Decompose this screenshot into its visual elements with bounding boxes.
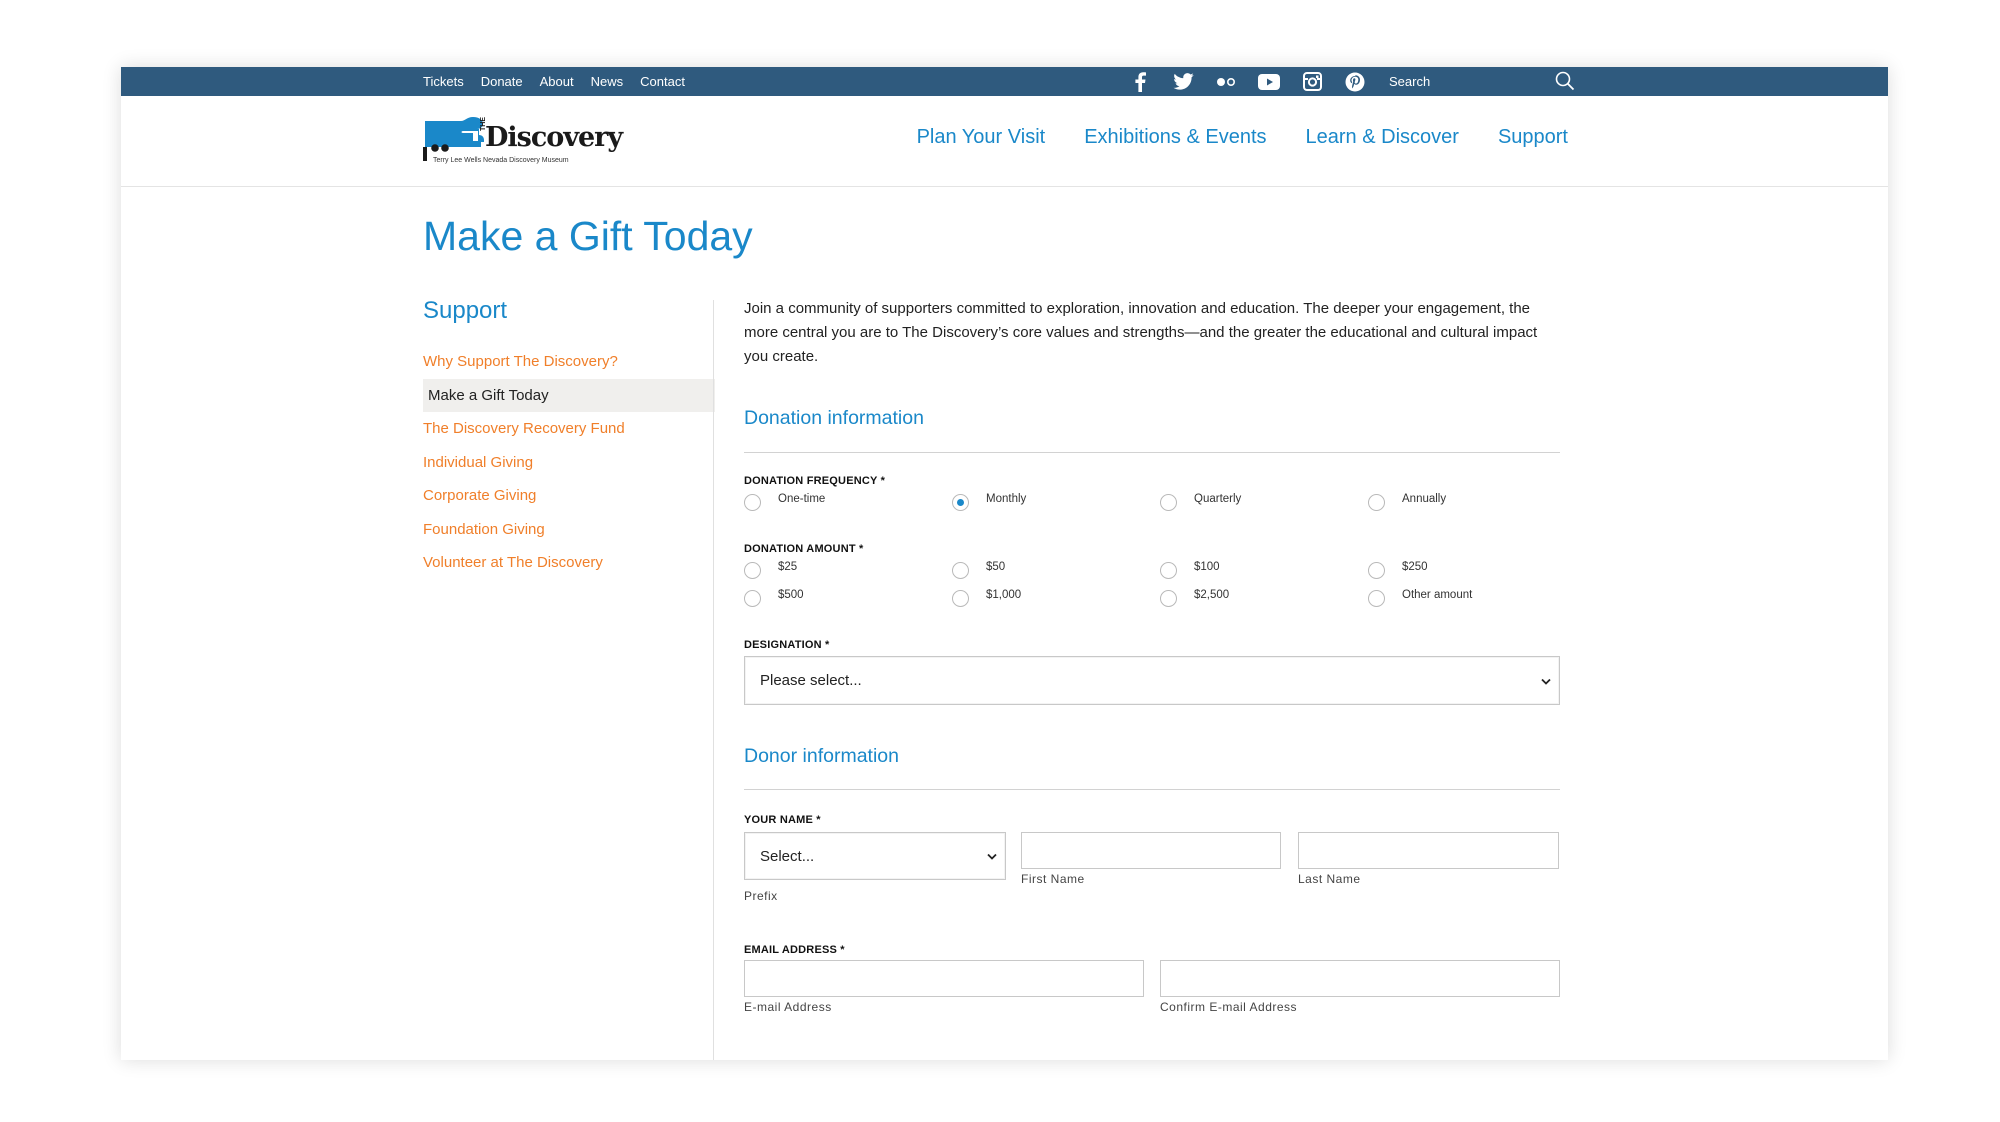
utility-nav: Tickets Donate About News Contact xyxy=(423,67,702,96)
amount-100[interactable]: $100 xyxy=(1160,560,1220,579)
amount-options-row-1: $25 $50 $100 $250 xyxy=(744,560,1560,582)
amount-other[interactable]: Other amount xyxy=(1368,588,1472,607)
frequency-quarterly[interactable]: Quarterly xyxy=(1160,492,1241,511)
first-name-sublabel: First Name xyxy=(1021,872,1085,886)
utility-link-about[interactable]: About xyxy=(540,74,574,89)
email-sublabel: E-mail Address xyxy=(744,1000,832,1014)
radio-amount-250[interactable] xyxy=(1368,562,1385,579)
intro-text: Join a community of supporters committed… xyxy=(744,300,1538,365)
facebook-icon[interactable] xyxy=(1129,71,1151,93)
sidebar-item-recovery-fund[interactable]: The Discovery Recovery Fund xyxy=(423,412,715,446)
radio-quarterly[interactable] xyxy=(1160,494,1177,511)
flickr-icon[interactable] xyxy=(1215,71,1237,93)
instagram-icon[interactable] xyxy=(1301,71,1323,93)
designation-label: DESIGNATION * xyxy=(744,639,830,651)
radio-annually[interactable] xyxy=(1368,494,1385,511)
frequency-annually[interactable]: Annually xyxy=(1368,492,1446,511)
browser-page: Tickets Donate About News Contact Search… xyxy=(121,67,1888,1060)
search-icon[interactable] xyxy=(1553,69,1577,93)
confirm-email-field[interactable] xyxy=(1160,960,1560,997)
prefix-sublabel: Prefix xyxy=(744,889,778,903)
radio-monthly[interactable] xyxy=(952,494,969,511)
sidebar-item-foundation-giving[interactable]: Foundation Giving xyxy=(423,513,715,547)
frequency-one-time[interactable]: One-time xyxy=(744,492,825,511)
radio-amount-50[interactable] xyxy=(952,562,969,579)
logo-title: Discovery xyxy=(485,122,623,153)
sidebar-item-make-a-gift[interactable]: Make a Gift Today xyxy=(423,378,715,412)
radio-amount-25[interactable] xyxy=(744,562,761,579)
nav-plan-your-visit[interactable]: Plan Your Visit xyxy=(917,126,1046,149)
nav-support[interactable]: Support xyxy=(1498,126,1568,149)
prefix-value: Select... xyxy=(760,847,815,865)
name-label: YOUR NAME * xyxy=(744,814,821,826)
nav-learn-discover[interactable]: Learn & Discover xyxy=(1306,126,1459,149)
social-links xyxy=(1129,67,1387,96)
sidebar: Support Why Support The Discovery? Make … xyxy=(423,297,715,580)
twitter-icon[interactable] xyxy=(1172,71,1194,93)
utility-link-contact[interactable]: Contact xyxy=(640,74,685,89)
designation-select[interactable]: Please select... xyxy=(744,656,1560,705)
last-name-sublabel: Last Name xyxy=(1298,872,1361,886)
sidebar-item-volunteer[interactable]: Volunteer at The Discovery xyxy=(423,546,715,580)
radio-one-time[interactable] xyxy=(744,494,761,511)
utility-link-tickets[interactable]: Tickets xyxy=(423,74,464,89)
chevron-down-icon xyxy=(1541,672,1551,689)
utility-link-news[interactable]: News xyxy=(591,74,624,89)
email-field[interactable] xyxy=(744,960,1144,997)
confirm-email-sublabel: Confirm E-mail Address xyxy=(1160,1000,1298,1014)
youtube-icon[interactable] xyxy=(1258,71,1280,93)
donor-info-heading: Donor information xyxy=(744,745,899,767)
utility-link-donate[interactable]: Donate xyxy=(481,74,523,89)
amount-50[interactable]: $50 xyxy=(952,560,1005,579)
amount-500[interactable]: $500 xyxy=(744,588,804,607)
nav-exhibitions-events[interactable]: Exhibitions & Events xyxy=(1084,126,1266,149)
donation-form: Join a community of supporters committed… xyxy=(744,297,1560,1014)
search-input[interactable]: Search xyxy=(1389,74,1430,89)
radio-amount-100[interactable] xyxy=(1160,562,1177,579)
sidebar-item-corporate-giving[interactable]: Corporate Giving xyxy=(423,479,715,513)
page-title: Make a Gift Today xyxy=(423,213,753,259)
amount-250[interactable]: $250 xyxy=(1368,560,1428,579)
amount-label: DONATION AMOUNT * xyxy=(744,543,864,555)
donation-info-heading: Donation information xyxy=(744,407,924,429)
logo-subtitle: Terry Lee Wells Nevada Discovery Museum xyxy=(433,157,569,164)
sidebar-item-individual-giving[interactable]: Individual Giving xyxy=(423,446,715,480)
frequency-monthly[interactable]: Monthly xyxy=(952,492,1026,511)
amount-options-row-2: $500 $1,000 $2,500 Other amount xyxy=(744,588,1560,610)
amount-2500[interactable]: $2,500 xyxy=(1160,588,1229,607)
amount-25[interactable]: $25 xyxy=(744,560,797,579)
section-divider xyxy=(744,452,1560,453)
site-logo[interactable]: THE Discovery Terry Lee Wells Nevada Dis… xyxy=(423,117,623,171)
frequency-label: DONATION FREQUENCY * xyxy=(744,475,886,487)
utility-bar: Tickets Donate About News Contact Search xyxy=(121,67,1888,96)
main-nav: Plan Your Visit Exhibitions & Events Lea… xyxy=(878,126,1568,149)
email-label: EMAIL ADDRESS * xyxy=(744,944,845,956)
last-name-field[interactable] xyxy=(1298,832,1559,869)
designation-value: Please select... xyxy=(760,672,862,689)
radio-amount-other[interactable] xyxy=(1368,590,1385,607)
section-divider xyxy=(744,789,1560,790)
first-name-field[interactable] xyxy=(1021,832,1281,869)
prefix-select[interactable]: Select... xyxy=(744,832,1006,880)
radio-amount-2500[interactable] xyxy=(1160,590,1177,607)
logo-mark-icon xyxy=(423,117,484,161)
sidebar-item-why-support[interactable]: Why Support The Discovery? xyxy=(423,345,715,379)
radio-amount-1000[interactable] xyxy=(952,590,969,607)
pinterest-icon[interactable] xyxy=(1344,71,1366,93)
radio-amount-500[interactable] xyxy=(744,590,761,607)
sidebar-title: Support xyxy=(423,297,508,324)
amount-1000[interactable]: $1,000 xyxy=(952,588,1021,607)
frequency-options: One-time Monthly Quarterly Annually xyxy=(744,492,1560,514)
site-header: THE Discovery Terry Lee Wells Nevada Dis… xyxy=(121,96,1888,187)
sidebar-divider xyxy=(713,300,714,1060)
chevron-down-icon xyxy=(987,848,997,865)
